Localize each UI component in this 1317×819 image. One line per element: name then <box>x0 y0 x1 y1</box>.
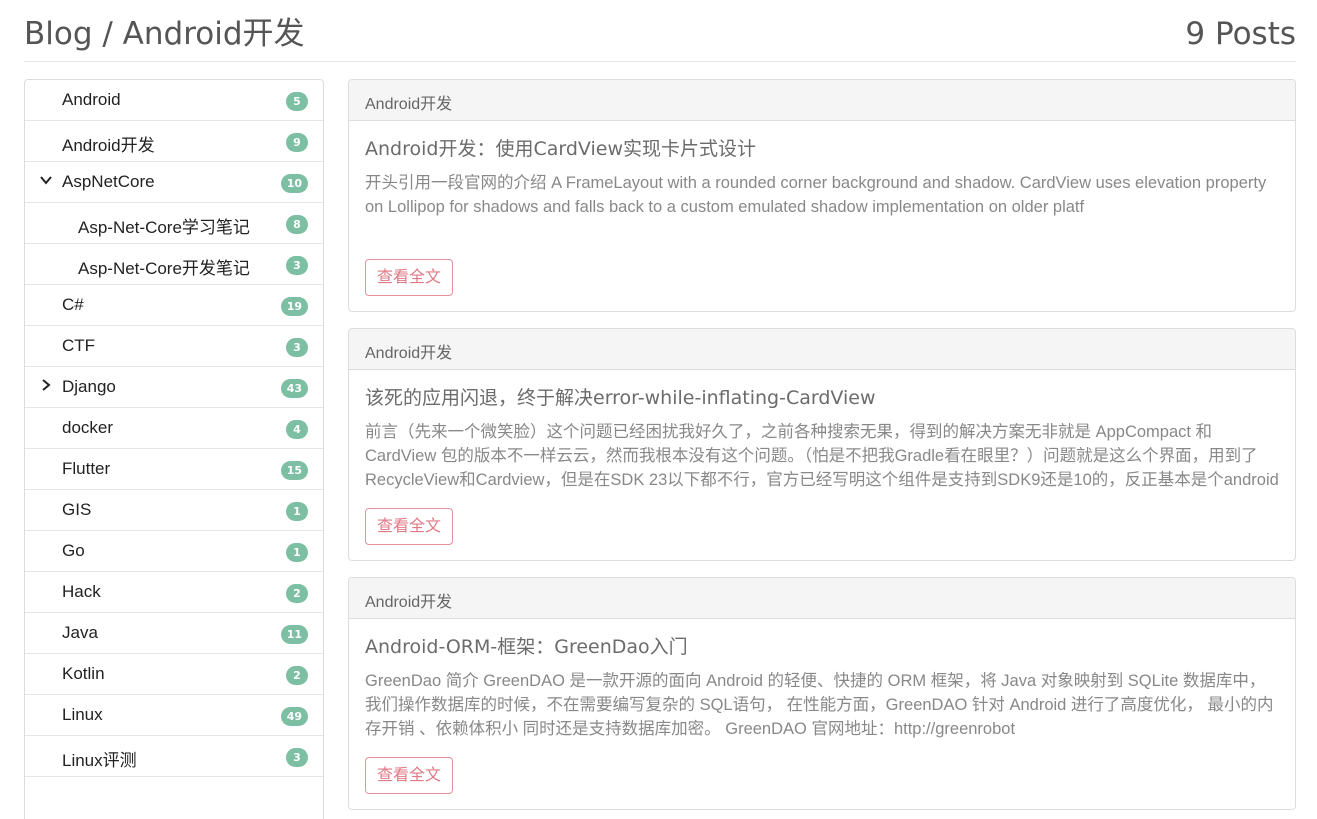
sidebar-item[interactable]: Asp-Net-Core学习笔记 8 <box>25 203 323 244</box>
read-more-button[interactable]: 查看全文 <box>365 508 453 545</box>
sidebar-item[interactable]: Go 1 <box>25 531 323 572</box>
sidebar-item[interactable]: docker 4 <box>25 408 323 449</box>
count-badge: 3 <box>286 748 308 767</box>
page-header: Blog / Android开发 9 Posts <box>24 0 1296 62</box>
category-sidebar: Android 5 Android开发 9 AspNetCore 10 Asp-Net-Co… <box>24 79 324 819</box>
sidebar-item[interactable]: Kotlin 2 <box>25 654 323 695</box>
post-title[interactable]: Android开发：使用CardView实现卡片式设计 <box>365 135 1279 163</box>
sidebar-item[interactable]: C# 19 <box>25 285 323 326</box>
sidebar-item[interactable]: Linux评测 3 <box>25 736 323 777</box>
sidebar-item-label: Flutter <box>62 459 110 479</box>
sidebar-item[interactable]: Java 11 <box>25 613 323 654</box>
count-badge: 15 <box>281 461 308 480</box>
sidebar-item-label: AspNetCore <box>62 172 155 192</box>
post-list: Android开发 Android开发：使用CardView实现卡片式设计 开头… <box>348 79 1296 787</box>
post-title[interactable]: Android-ORM-框架：GreenDao入门 <box>365 633 1279 661</box>
post-card: Android开发 该死的应用闪退，终于解决error-while-inflat… <box>348 328 1296 561</box>
sidebar-item-label: Asp-Net-Core学习笔记 <box>78 213 250 238</box>
sidebar-item[interactable]: Flutter 15 <box>25 449 323 490</box>
post-title[interactable]: 该死的应用闪退，终于解决error-while-inflating-CardVi… <box>365 384 1279 412</box>
post-summary: 前言（先来一个微笑脸）这个问题已经困扰我好久了，之前各种搜索无果，得到的解决方案… <box>365 420 1279 492</box>
count-badge: 5 <box>286 92 308 111</box>
post-count: 9 Posts <box>1185 14 1296 54</box>
count-badge: 1 <box>286 543 308 562</box>
count-badge: 19 <box>281 297 308 316</box>
sidebar-item-label: Django <box>62 377 116 397</box>
sidebar-item[interactable]: GIS 1 <box>25 490 323 531</box>
sidebar-item[interactable]: Android开发 9 <box>25 121 323 162</box>
count-badge: 4 <box>286 420 308 439</box>
count-badge: 10 <box>281 174 308 193</box>
post-category: Android开发 <box>349 80 1295 121</box>
sidebar-item[interactable]: Android 5 <box>25 80 323 121</box>
post-summary: GreenDao 简介 GreenDAO 是一款开源的面向 Android 的轻… <box>365 669 1279 741</box>
count-badge: 1 <box>286 502 308 521</box>
sidebar-item[interactable]: CTF 3 <box>25 326 323 367</box>
sidebar-item-label: Android <box>62 90 121 110</box>
sidebar-item-label: Kotlin <box>62 664 105 684</box>
sidebar-item[interactable]: Linux 49 <box>25 695 323 736</box>
sidebar-item-label: Android开发 <box>62 131 155 156</box>
count-badge: 49 <box>281 707 308 726</box>
chevron-right-icon[interactable] <box>39 378 53 392</box>
count-badge: 43 <box>281 379 308 398</box>
sidebar-item-label: Linux <box>62 705 103 725</box>
count-badge: 2 <box>286 584 308 603</box>
sidebar-item-label: Asp-Net-Core开发笔记 <box>78 254 250 279</box>
count-badge: 3 <box>286 256 308 275</box>
count-badge: 11 <box>281 625 308 644</box>
count-badge: 8 <box>286 215 308 234</box>
sidebar-item-label: Linux评测 <box>62 746 137 771</box>
sidebar-item[interactable]: Django 43 <box>25 367 323 408</box>
sidebar-item[interactable]: Asp-Net-Core开发笔记 3 <box>25 244 323 285</box>
read-more-button[interactable]: 查看全文 <box>365 259 453 296</box>
sidebar-item-label: Hack <box>62 582 101 602</box>
sidebar-item-label: Go <box>62 541 85 561</box>
post-summary: 开头引用一段官网的介绍 A FrameLayout with a rounded… <box>365 171 1279 243</box>
chevron-down-icon[interactable] <box>39 173 53 187</box>
count-badge: 9 <box>286 133 308 152</box>
count-badge: 3 <box>286 338 308 357</box>
sidebar-item-label: docker <box>62 418 113 438</box>
post-category: Android开发 <box>349 578 1295 619</box>
content: Android 5 Android开发 9 AspNetCore 10 Asp-Net-Co… <box>24 79 1296 787</box>
sidebar-item[interactable]: Hack 2 <box>25 572 323 613</box>
read-more-button[interactable]: 查看全文 <box>365 757 453 794</box>
post-card: Android开发 Android开发：使用CardView实现卡片式设计 开头… <box>348 79 1296 312</box>
sidebar-item-label: GIS <box>62 500 91 520</box>
sidebar-item-label: Java <box>62 623 98 643</box>
post-card: Android开发 Android-ORM-框架：GreenDao入门 Gree… <box>348 577 1296 810</box>
sidebar-item-label: CTF <box>62 336 95 356</box>
sidebar-item[interactable]: AspNetCore 10 <box>25 162 323 203</box>
count-badge: 2 <box>286 666 308 685</box>
page-title: Blog / Android开发 <box>24 14 305 54</box>
sidebar-item-label: C# <box>62 295 84 315</box>
post-category: Android开发 <box>349 329 1295 370</box>
